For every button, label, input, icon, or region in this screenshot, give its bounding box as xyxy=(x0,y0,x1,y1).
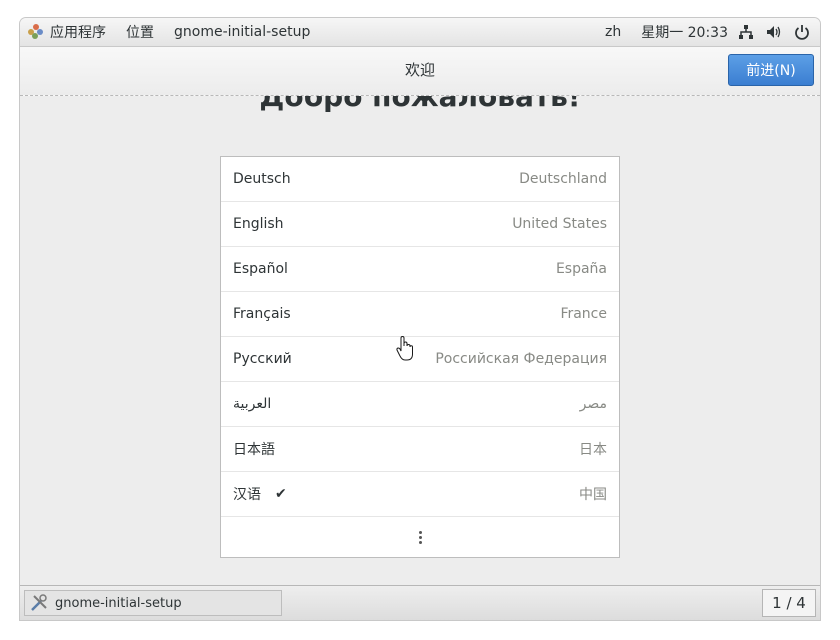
language-name: Español xyxy=(233,261,288,277)
language-row-chinese[interactable]: 汉语 ✔ 中国 xyxy=(221,472,619,517)
welcome-page: Добро пожаловать! Deutsch Deutschland En… xyxy=(20,96,820,584)
window-list-label: gnome-initial-setup xyxy=(55,595,182,611)
language-row-espanol[interactable]: Español España xyxy=(221,247,619,292)
language-name: Français xyxy=(233,306,291,322)
top-panel: 应用程序 位置 gnome-initial-setup zh 星期一 20:33 xyxy=(20,18,820,47)
workspace-indicator[interactable]: 1 / 4 xyxy=(762,589,816,617)
language-name: English xyxy=(233,216,284,232)
language-row-francais[interactable]: Français France xyxy=(221,292,619,337)
power-icon xyxy=(795,25,809,40)
language-region: España xyxy=(555,261,607,277)
language-name: العربية xyxy=(233,396,272,412)
gnome-foot-icon xyxy=(28,24,44,40)
hand-cursor-icon xyxy=(396,336,413,361)
language-name-selected: 汉语 ✔ xyxy=(233,484,287,504)
page-title: 欢迎 xyxy=(404,61,435,79)
applications-menu[interactable]: 应用程序 xyxy=(20,18,116,46)
input-method-indicator[interactable]: zh xyxy=(595,18,631,46)
welcome-title: Добро пожаловать! xyxy=(259,96,581,113)
more-vertical-icon xyxy=(418,530,422,544)
app-menu[interactable]: gnome-initial-setup xyxy=(164,18,320,46)
bottom-panel: gnome-initial-setup 1 / 4 xyxy=(20,585,820,620)
language-row-arabic[interactable]: العربية مصر xyxy=(221,382,619,427)
language-region: United States xyxy=(512,216,607,232)
language-row-japanese[interactable]: 日本語 日本 xyxy=(221,427,619,472)
language-region: مصر xyxy=(579,396,607,412)
tools-icon xyxy=(31,594,47,611)
language-region: Российская Федерация xyxy=(435,351,607,367)
volume-icon xyxy=(767,26,781,38)
window-list-item[interactable]: gnome-initial-setup xyxy=(24,590,282,616)
language-region: 日本 xyxy=(579,442,607,458)
language-list: Deutsch Deutschland English United State… xyxy=(220,156,620,558)
language-region: France xyxy=(560,306,607,322)
language-name: Русский xyxy=(233,351,292,367)
language-region: Deutschland xyxy=(519,171,607,187)
desktop-screen: 应用程序 位置 gnome-initial-setup zh 星期一 20:33 xyxy=(20,18,820,620)
language-name-text: 汉语 xyxy=(233,487,261,503)
more-languages-button[interactable] xyxy=(221,517,619,557)
system-status-area[interactable] xyxy=(738,24,820,40)
places-menu[interactable]: 位置 xyxy=(116,18,164,46)
header-bar: 欢迎 前进(N) xyxy=(20,47,820,96)
next-button[interactable]: 前进(N) xyxy=(728,54,814,86)
clock[interactable]: 星期一 20:33 xyxy=(631,18,738,46)
language-row-russian[interactable]: Русский Российская Федерация xyxy=(221,337,619,382)
language-name: 日本語 xyxy=(233,442,275,458)
language-row-deutsch[interactable]: Deutsch Deutschland xyxy=(221,157,619,202)
applications-label: 应用程序 xyxy=(50,25,106,41)
language-region: 中国 xyxy=(579,487,607,503)
language-name: Deutsch xyxy=(233,171,291,187)
network-wired-icon xyxy=(739,25,753,39)
language-row-english[interactable]: English United States xyxy=(221,202,619,247)
check-icon: ✔ xyxy=(275,486,287,502)
